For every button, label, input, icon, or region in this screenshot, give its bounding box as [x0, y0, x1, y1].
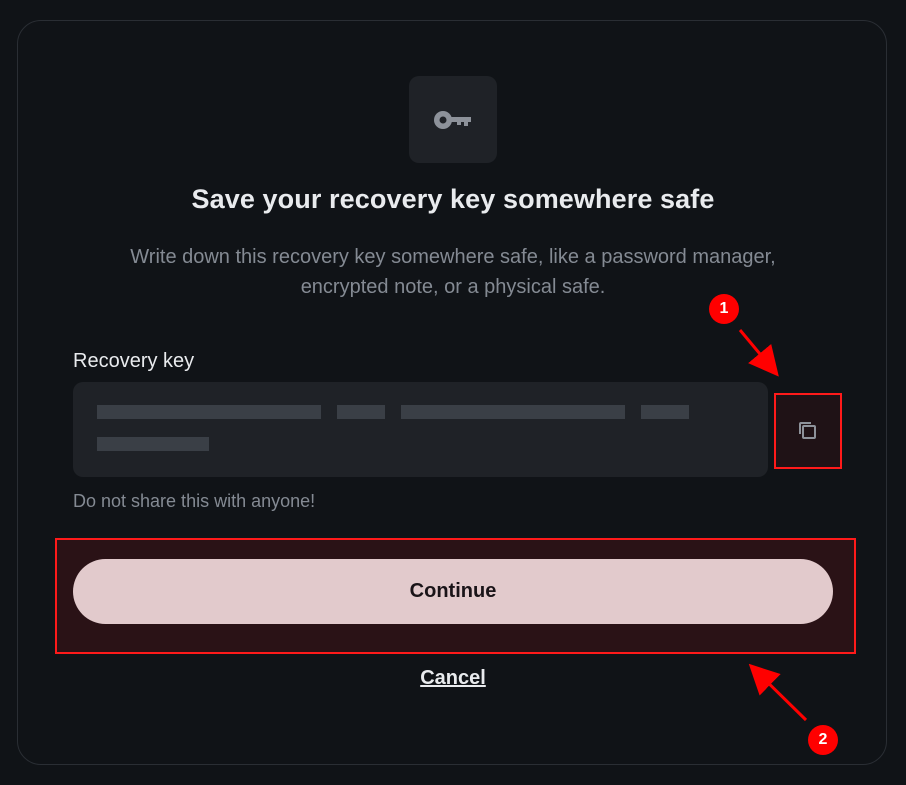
annotation-marker-2: 2 [808, 725, 838, 755]
recovery-key-field[interactable] [73, 382, 768, 477]
annotation-marker-1: 1 [709, 294, 739, 324]
page: Save your recovery key somewhere safe Wr… [0, 0, 906, 785]
redacted-key-segment [641, 405, 689, 419]
redacted-key-segment [401, 405, 625, 419]
key-icon-tile [409, 76, 497, 163]
cancel-link[interactable]: Cancel [0, 667, 906, 690]
dialog-subtitle: Write down this recovery key somewhere s… [130, 246, 776, 298]
key-icon [434, 110, 471, 129]
redacted-key-segment [337, 405, 385, 419]
share-warning: Do not share this with anyone! [73, 491, 316, 511]
recovery-key-label: Recovery key [73, 350, 195, 372]
copy-button[interactable] [774, 393, 842, 469]
dialog-title: Save your recovery key somewhere safe [191, 184, 715, 214]
copy-icon [799, 422, 816, 439]
continue-button[interactable]: Continue [73, 559, 833, 624]
redacted-key-segment [97, 405, 321, 419]
redacted-key-segment [97, 437, 209, 451]
